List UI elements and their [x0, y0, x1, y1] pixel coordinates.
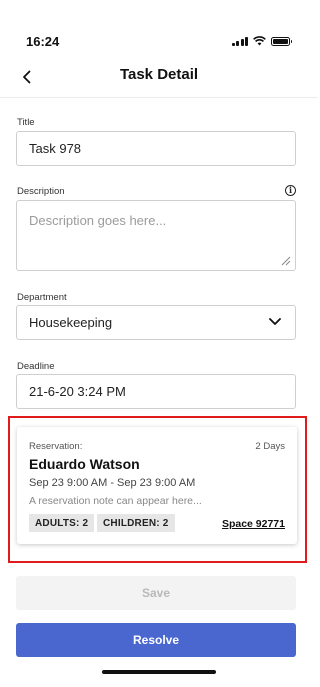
info-icon[interactable]: i	[285, 185, 296, 196]
description-label: Description	[17, 186, 65, 197]
reservation-note: A reservation note can appear here...	[29, 495, 202, 507]
status-time: 16:24	[26, 34, 60, 49]
description-field[interactable]: Description goes here...	[16, 200, 296, 271]
department-label: Department	[17, 292, 67, 303]
battery-icon	[271, 36, 292, 46]
status-bar: 16:24	[0, 0, 318, 58]
title-field[interactable]: Task 978	[16, 131, 296, 166]
resolve-button[interactable]: Resolve	[16, 623, 296, 657]
resize-handle-icon[interactable]	[281, 256, 291, 266]
reservation-card[interactable]: Reservation: 2 Days Eduardo Watson Sep 2…	[17, 427, 297, 544]
deadline-label: Deadline	[17, 361, 55, 372]
home-indicator	[102, 670, 216, 674]
children-badge: CHILDREN: 2	[97, 514, 175, 532]
reservation-label: Reservation:	[29, 441, 83, 452]
reservation-dates: Sep 23 9:00 AM - Sep 23 9:00 AM	[29, 477, 196, 489]
deadline-value: 21-6-20 3:24 PM	[29, 384, 126, 399]
guest-name: Eduardo Watson	[29, 456, 140, 472]
status-icons	[231, 36, 292, 46]
page-title: Task Detail	[119, 66, 199, 83]
save-button[interactable]: Save	[16, 576, 296, 610]
reservation-duration: 2 Days	[255, 441, 285, 452]
department-select[interactable]: Housekeeping	[16, 305, 296, 340]
nav-bar: Task Detail	[0, 58, 318, 98]
department-value: Housekeeping	[29, 315, 113, 330]
adults-badge: ADULTS: 2	[29, 514, 95, 532]
deadline-field[interactable]: 21-6-20 3:24 PM	[16, 374, 296, 409]
wifi-icon	[253, 36, 266, 46]
chevron-down-icon	[269, 318, 281, 325]
description-placeholder: Description goes here...	[29, 213, 167, 228]
title-field-value: Task 978	[29, 141, 82, 156]
space-link[interactable]: Space 92771	[222, 518, 285, 530]
signal-icon	[231, 36, 248, 46]
title-label: Title	[17, 117, 35, 128]
